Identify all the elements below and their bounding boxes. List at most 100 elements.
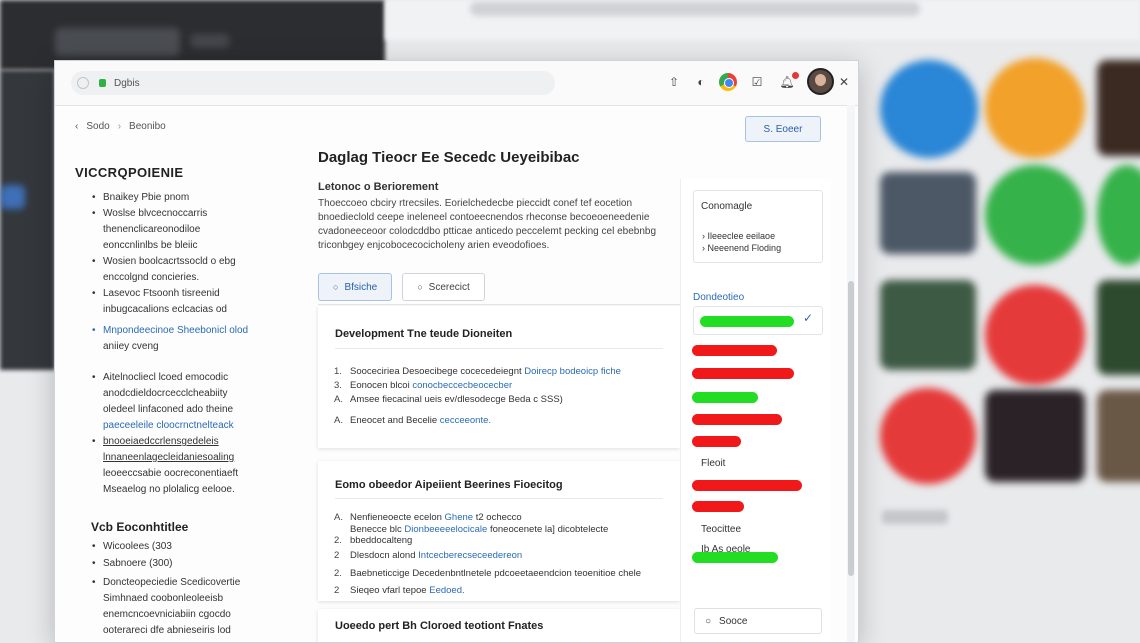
sidebar-item-label: Wosien boolcacrtssocld o ebg (103, 256, 236, 267)
page-title: Daglag Tieocr Ee Secedc Ueyeibibac (318, 149, 580, 166)
sidebar-item-label: Mnpondeecinoe Sheebonicl olod (103, 325, 249, 336)
tab-primary[interactable]: ○ Bfsiche (318, 273, 393, 301)
list-number: 2. (334, 535, 342, 546)
check-icon: ✓ (803, 311, 814, 325)
sidebar-item[interactable]: leoeeccsabie oocreconentiaeft (103, 466, 273, 481)
browser-toolbar: Dgbis ⇧ ◐ ☑ 🔔︎ ✕ (55, 61, 858, 106)
circle-icon: ○ (333, 282, 339, 292)
sidebar-item-label: enemcncoevniciabiin cgocdo (103, 609, 231, 620)
bullet-icon: • (92, 325, 96, 336)
bullet-icon: • (92, 192, 96, 203)
sidebar-item-label: Lasevoc Ftsoonh tisreenid (103, 288, 220, 299)
browser-window: Dgbis ⇧ ◐ ☑ 🔔︎ ✕ ‹ Sodo › Beonibo S. Eoe… (54, 60, 859, 643)
status-row[interactable]: ✓ (693, 306, 823, 335)
sidebar-item-label: Mseaelog no plolalicg eelooe. (103, 484, 235, 495)
bullet-icon: • (92, 288, 96, 299)
url-text[interactable]: Dgbis (114, 78, 140, 89)
sidebar-item[interactable]: • Lasevoc Ftsoonh tisreenid (92, 286, 273, 301)
sidebar-item[interactable]: • Wosien boolcacrtssocld o ebg (92, 254, 273, 269)
list-text: Dlesdocn alond (350, 550, 416, 561)
background-thumbnail (985, 390, 1085, 482)
list-text: bbeddocalteng (350, 535, 413, 546)
inline-link[interactable]: Dionbeeeeelocicale (404, 524, 487, 535)
sidebar-item-label: aniiey cveng (103, 341, 159, 352)
sidebar-item-link[interactable]: paeceeleile cloocrnctnelteack (103, 418, 273, 433)
inline-link[interactable]: conocbeccecbeocecber (412, 380, 512, 391)
inline-link[interactable]: Doirecp bodeoicp fiche (524, 366, 621, 377)
sidebar-item[interactable]: inbugcacalions eclcacias od (103, 302, 273, 317)
background-app-icon (1097, 60, 1140, 156)
reload-icon[interactable] (77, 77, 89, 89)
chevron-right-icon: › (117, 121, 122, 132)
tab-secondary[interactable]: ○ Scerecict (402, 273, 485, 301)
scrollbar-thumb[interactable] (848, 281, 854, 576)
bullet-icon: • (92, 541, 96, 552)
status-bar-red (692, 414, 782, 425)
address-bar[interactable]: Dgbis (71, 71, 555, 95)
chrome-icon[interactable] (719, 73, 737, 91)
list-text: Sieqeo vfarl tepoe (350, 585, 427, 596)
sidebar-item[interactable]: Mseaelog no plolalicg eelooe. (103, 482, 273, 497)
save-button[interactable]: S. Eoeer (745, 116, 821, 142)
sidebar-item[interactable]: oledeel linfaconed ado theine (103, 402, 273, 417)
share-icon[interactable]: ⇧ (666, 74, 682, 90)
sidebar-item-link[interactable]: • Mnpondeecinoe Sheebonicl olod (92, 323, 273, 338)
breadcrumb-item[interactable]: Sodo (86, 121, 109, 132)
chevron-right-icon: › (702, 243, 705, 253)
sidebar-item-label: oledeel linfaconed ado theine (103, 404, 234, 415)
sidebar-subitem[interactable]: • Wicoolees (303 (92, 539, 273, 554)
sidebar-item-label: eonccnlinlbs be bleiic (103, 240, 198, 251)
sidebar-item[interactable]: enccolgnd concieries. (103, 270, 273, 285)
sidebar-item-label: thenenclicareonodiloe (103, 224, 201, 235)
sidebar-item[interactable]: lnnaneenlagecleidaniesoaling (103, 450, 273, 465)
background-app-icon (880, 388, 976, 484)
bullet-icon: • (92, 372, 96, 383)
sidebar-item[interactable]: eonccnlinlbs be bleiic (103, 238, 273, 253)
sidebar-item-label: leoeeccsabie oocreconentiaeft (103, 468, 239, 479)
inline-link[interactable]: Ghene (445, 512, 474, 523)
sidebar-item-label: Bnaikey Pbie pnom (103, 192, 190, 203)
sidebar-subitem[interactable]: • Doncteopeciedie Scedicovertie (92, 575, 273, 590)
sidebar-item-label: enccolgnd concieries. (103, 272, 200, 283)
checkbox-icon[interactable]: ☑ (749, 74, 765, 90)
background-app-icon (985, 285, 1085, 385)
close-icon[interactable]: ✕ (836, 74, 852, 90)
left-sidebar: VICCRQPOIENIE • Bnaikey Pbie pnom • Woslse… (75, 165, 275, 636)
chevron-right-icon: › (702, 231, 705, 241)
sidebar-subitem[interactable]: enemcncoevniciabiin cgocdo (103, 607, 273, 622)
info-card-title: Conomagle (701, 201, 753, 212)
list-text: Amsee fiecacinal ueis ev/dlesodecge Beda… (350, 394, 563, 405)
card-heading: Development Tne teude Dioneiten (335, 328, 513, 340)
sidebar-item[interactable]: thenenclicareonodiloe (103, 222, 273, 237)
background-app-icon (985, 58, 1085, 158)
sidebar-item[interactable]: • Woslse blvcecnoccarris (92, 206, 273, 221)
sidebar-item-label: anodcdieldocrcecclcheabiity (103, 388, 228, 399)
background-app-icon (985, 165, 1085, 265)
status-label: Fleoit (701, 458, 726, 469)
list-text: Sooceciriea Desoecibege cocecedeiegnt (350, 366, 522, 377)
background-app-icon (1097, 165, 1140, 265)
avatar[interactable] (807, 68, 834, 95)
inline-link[interactable]: Eedoed. (429, 585, 464, 596)
sidebar-item[interactable]: anodcdieldocrcecclcheabiity (103, 386, 273, 401)
sidebar-item[interactable]: • Aitelnocliecl lcoed emocodic (92, 370, 273, 385)
inline-link[interactable]: Intcecberecseceedereon (418, 550, 522, 561)
status-bar-red (692, 501, 744, 512)
background-app-icon (880, 60, 978, 158)
sidebar-item-label: paeceeleile cloocrnctnelteack (103, 420, 234, 431)
card-heading: Eomo obeedor Aipeiient Beerines Fioecito… (335, 479, 563, 491)
extensions-icon[interactable]: ◐ (693, 74, 709, 90)
sidebar-item[interactable]: • Bnaikey Pbie pnom (92, 190, 273, 205)
back-icon[interactable]: ‹ (75, 121, 78, 132)
sidebar-subitem[interactable]: Simhnaed coobonleoleeisb (103, 591, 273, 606)
sidebar-subitem[interactable]: • Sabnoere (300) (92, 556, 273, 571)
bottom-action-button[interactable]: ○ Sooce (694, 608, 822, 634)
sidebar-item[interactable]: • bnooeiaedccrlensgedeleis (92, 434, 273, 449)
breadcrumb-item[interactable]: Beonibo (129, 121, 166, 132)
content-card: Eomo obeedor Aipeiient Beerines Fioecito… (318, 461, 680, 601)
sidebar-subitem[interactable]: ooterareci dfe abnieseiris lod (103, 623, 273, 638)
notification-badge (792, 72, 799, 79)
list-number: A. (334, 394, 343, 405)
inline-link[interactable]: cecceeonte. (440, 415, 491, 426)
sidebar-item[interactable]: aniiey cveng (103, 339, 273, 354)
